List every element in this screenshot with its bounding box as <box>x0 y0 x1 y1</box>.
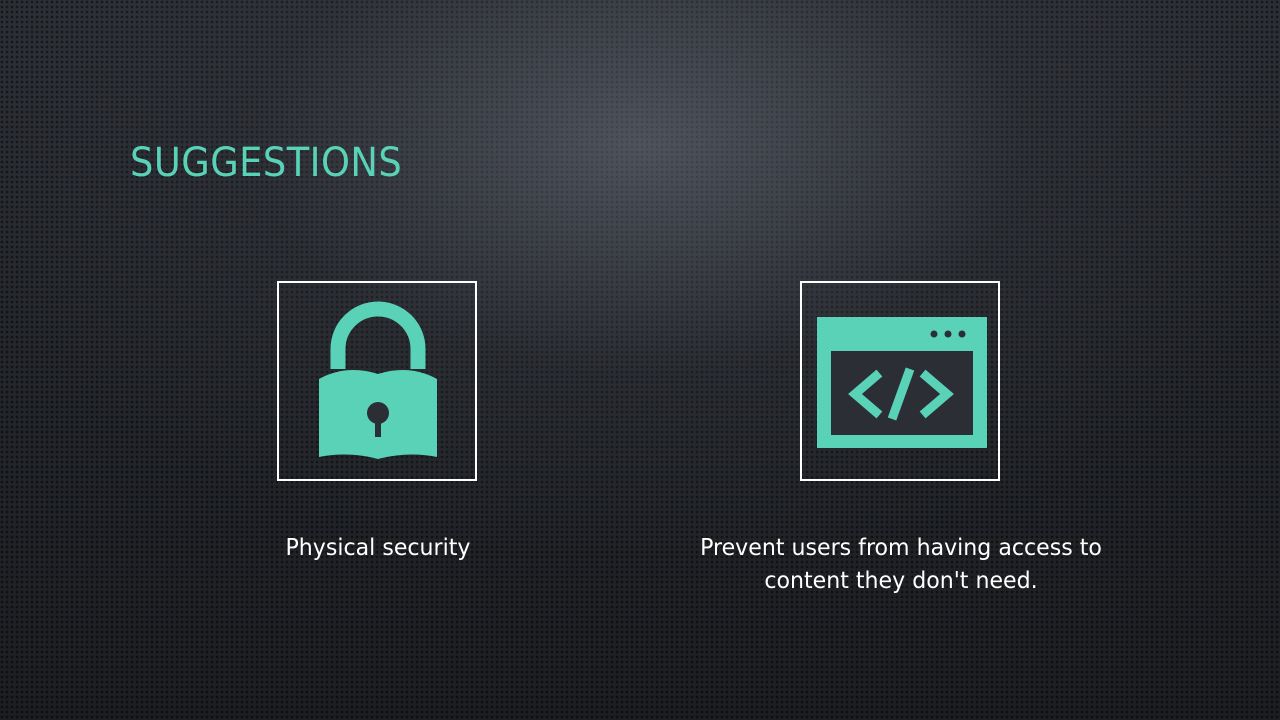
code-window-icon-frame <box>800 281 1000 481</box>
padlock-icon <box>319 301 437 459</box>
caption-physical-security: Physical security <box>285 535 471 561</box>
padlock-icon-frame <box>277 281 477 481</box>
slide-title: SUGGESTIONS <box>130 140 403 186</box>
code-window-icon <box>817 317 987 448</box>
caption-prevent-access: Prevent users from having access to cont… <box>700 535 1102 594</box>
